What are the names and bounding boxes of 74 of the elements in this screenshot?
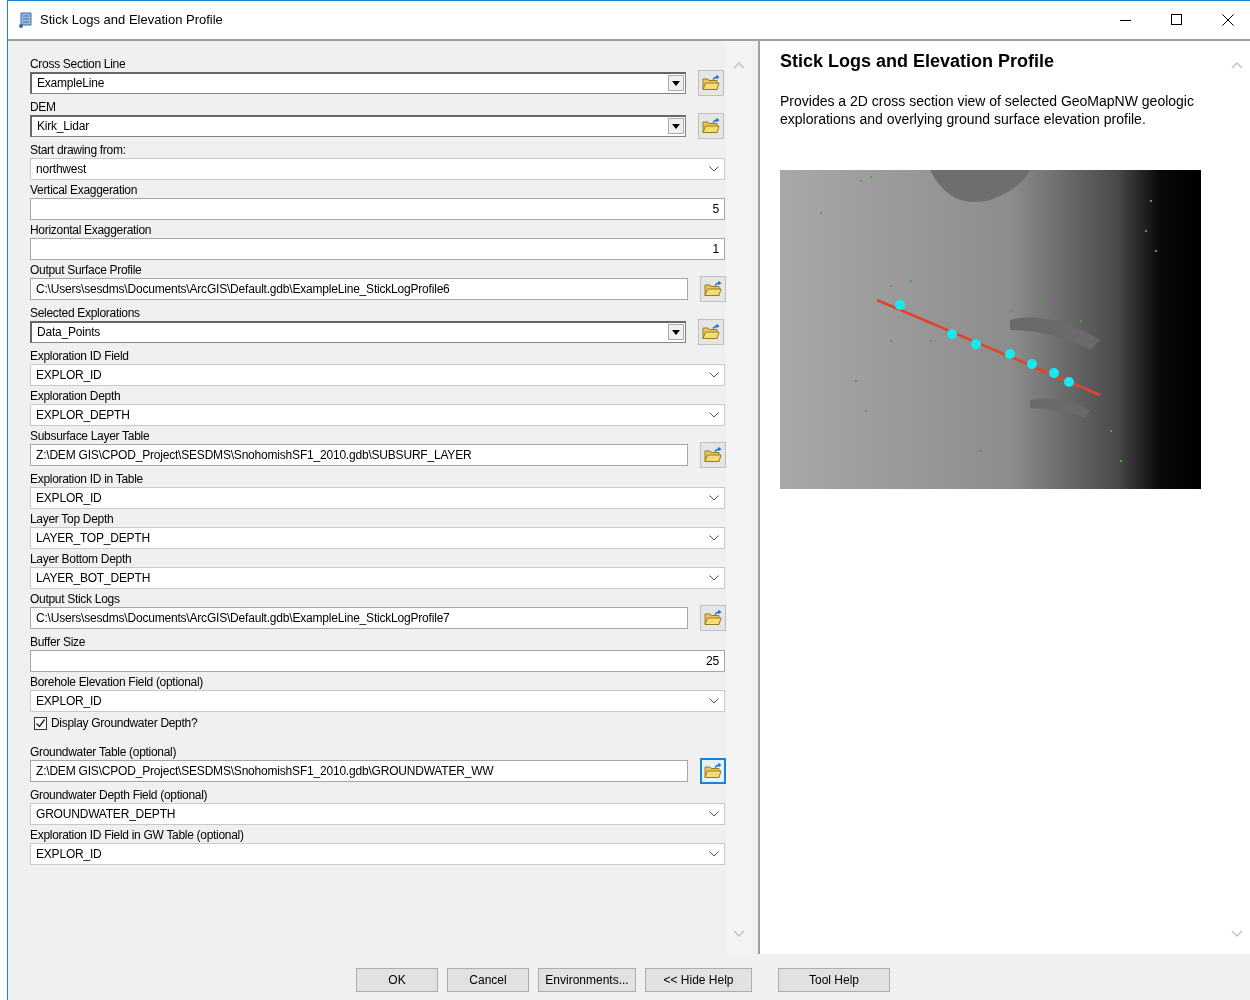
field-label: Selected Explorations: [30, 305, 141, 321]
field-label: Horizontal Exaggeration: [30, 222, 153, 238]
browse-button[interactable]: [700, 757, 726, 784]
dropdown-field[interactable]: EXPLOR_DEPTH: [30, 403, 725, 426]
field-label: Layer Bottom Depth: [30, 551, 133, 567]
chevron-down-icon[interactable]: [709, 697, 719, 704]
close-icon[interactable]: [1222, 14, 1234, 26]
checkbox[interactable]: [34, 716, 47, 730]
input-field[interactable]: Z:\DEM GIS\CPOD_Project\SESDMS\SnohomishSF1_2010.gdb\GROUNDWATER_WW: [30, 759, 688, 782]
dropdown-field[interactable]: northwest: [30, 157, 725, 180]
field-label: Exploration ID Field: [30, 348, 130, 364]
chevron-down-icon[interactable]: [709, 371, 719, 378]
field-label: Subsurface Layer Table: [30, 428, 151, 444]
dialog-button[interactable]: Cancel: [447, 968, 529, 992]
dropdown-field[interactable]: LAYER_BOT_DEPTH: [30, 566, 725, 589]
input-field[interactable]: 1: [30, 237, 725, 260]
field-label: Exploration Depth: [30, 388, 122, 404]
chevron-down-icon[interactable]: [709, 534, 719, 541]
field-label: DEM: [30, 99, 57, 115]
maximize-icon[interactable]: [1171, 14, 1183, 26]
dropdown-field[interactable]: EXPLOR_ID: [30, 363, 725, 386]
help-title: Stick Logs and Elevation Profile: [780, 50, 1056, 72]
dropdown-field[interactable]: LAYER_TOP_DEPTH: [30, 526, 725, 549]
dropdown-field[interactable]: EXPLOR_ID: [30, 842, 725, 865]
input-field[interactable]: 25: [30, 649, 725, 672]
browse-button[interactable]: [700, 441, 726, 468]
chevron-down-icon[interactable]: [709, 810, 719, 817]
dialog-button[interactable]: << Hide Help: [645, 968, 752, 992]
input-field[interactable]: C:\Users\sesdms\Documents\ArcGIS\Default.gdb\ExampleLine_StickLogProfile7: [30, 606, 688, 629]
dropdown-field[interactable]: Data_Points: [30, 320, 686, 343]
chevron-down-icon[interactable]: [709, 850, 719, 857]
chevron-down-icon[interactable]: [709, 494, 719, 501]
folder-icon: [702, 74, 720, 91]
field-label: Layer Top Depth: [30, 511, 115, 527]
folder-icon: [704, 446, 722, 463]
field-label: Start drawing from:: [30, 142, 127, 158]
folder-icon: [704, 762, 722, 779]
help-description: Provides a 2D cross section view of selected GeoMapNW geologic explorations and overlying ground surface elevation profile.: [780, 91, 1195, 128]
field-label: Buffer Size: [30, 634, 87, 650]
dropdown-field[interactable]: ExampleLine: [30, 71, 686, 94]
field-label: Cross Section Line: [30, 56, 127, 72]
field-label: Groundwater Depth Field (optional): [30, 787, 209, 803]
field-label: Groundwater Table (optional): [30, 744, 178, 760]
browse-button[interactable]: [698, 112, 724, 139]
input-field[interactable]: 5: [30, 197, 725, 220]
dropdown-field[interactable]: EXPLOR_ID: [30, 689, 725, 712]
folder-icon: [704, 280, 722, 297]
field-label: Exploration ID Field in GW Table (optional): [30, 827, 245, 843]
browse-button[interactable]: [698, 318, 724, 345]
dialog-button[interactable]: OK: [356, 968, 438, 992]
dropdown-field[interactable]: Kirk_Lidar: [30, 114, 686, 137]
input-field[interactable]: C:\Users\sesdms\Documents\ArcGIS\Default.gdb\ExampleLine_StickLogProfile6: [30, 277, 688, 300]
window-title: Stick Logs and Elevation Profile: [40, 12, 223, 28]
chevron-down-icon[interactable]: [709, 411, 719, 418]
dropdown-field[interactable]: EXPLOR_ID: [30, 486, 725, 509]
folder-icon: [704, 609, 722, 626]
dropdown-field[interactable]: GROUNDWATER_DEPTH: [30, 802, 725, 825]
dialog-button[interactable]: Environments...: [538, 968, 636, 992]
chevron-down-icon[interactable]: [709, 165, 719, 172]
browse-button[interactable]: [700, 604, 726, 631]
field-label: Output Stick Logs: [30, 591, 121, 607]
checkbox-label: Display Groundwater Depth?: [51, 715, 198, 731]
field-label: Borehole Elevation Field (optional): [30, 674, 204, 690]
field-label: Exploration ID in Table: [30, 471, 144, 487]
chevron-down-icon[interactable]: [709, 574, 719, 581]
field-label: Output Surface Profile: [30, 262, 143, 278]
folder-icon: [702, 117, 720, 134]
browse-button[interactable]: [700, 275, 726, 302]
input-field[interactable]: Z:\DEM GIS\CPOD_Project\SESDMS\SnohomishSF1_2010.gdb\SUBSURF_LAYER: [30, 443, 688, 466]
browse-button[interactable]: [698, 69, 724, 96]
folder-icon: [702, 323, 720, 340]
dialog-button[interactable]: Tool Help: [778, 968, 890, 992]
field-label: Vertical Exaggeration: [30, 182, 139, 198]
scroll-icon: [18, 11, 34, 29]
